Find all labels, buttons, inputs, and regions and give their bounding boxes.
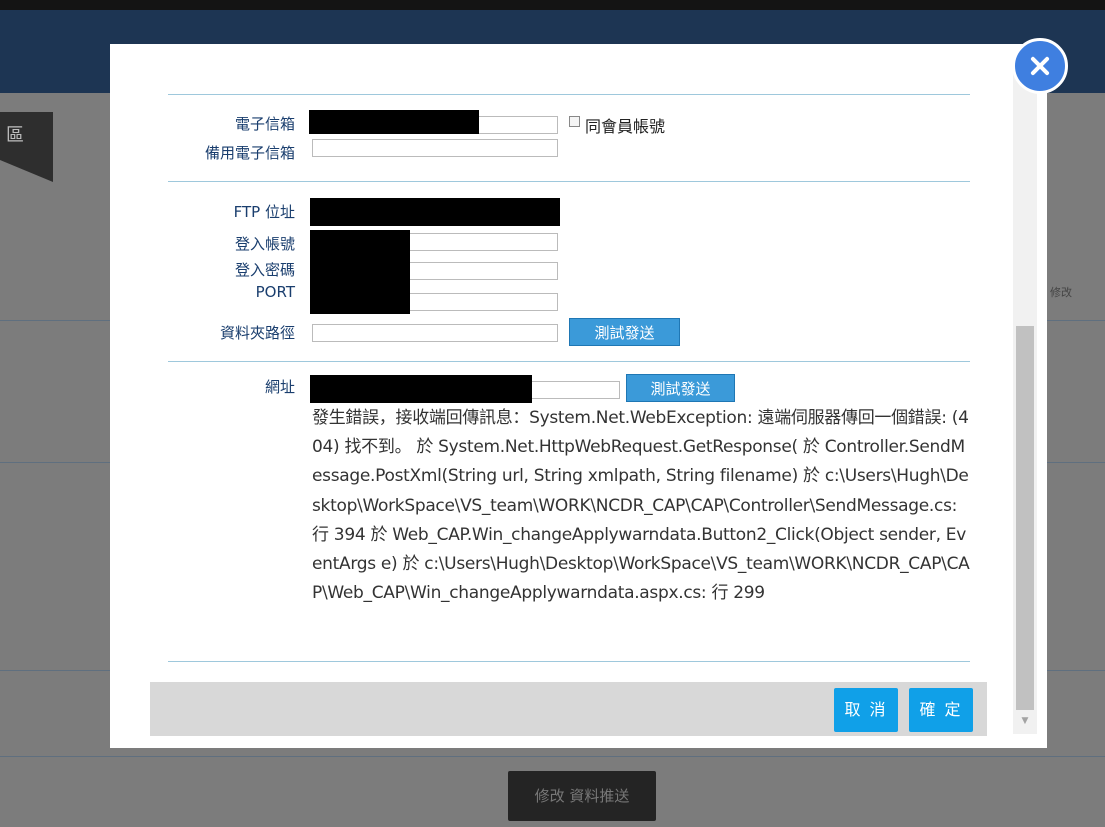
background-side-text: 修改 [1050, 286, 1072, 299]
login-password-label: 登入密碼 [234, 261, 295, 279]
same-as-member-checkbox[interactable] [569, 116, 580, 127]
close-icon[interactable] [1012, 38, 1068, 94]
background-side-tag: 區 [0, 112, 53, 160]
folder-path-label: 資料夾路徑 [219, 324, 295, 342]
url-label: 網址 [264, 378, 295, 396]
background-top-bar [0, 0, 1105, 10]
redacted-url [310, 375, 532, 403]
section-separator [168, 94, 970, 95]
folder-path-input[interactable] [312, 324, 558, 342]
error-message: 發生錯誤，接收端回傳訊息：System.Net.WebException: 遠端… [312, 408, 970, 604]
login-account-label: 登入帳號 [234, 235, 295, 253]
confirm-button[interactable]: 確 定 [909, 688, 973, 732]
redacted-email [309, 110, 479, 134]
background-side-tag-tail [0, 160, 53, 182]
section-separator [168, 181, 970, 182]
backup-email-input[interactable] [312, 139, 558, 157]
same-as-member-label: 同會員帳號 [585, 117, 666, 136]
section-separator [168, 361, 970, 362]
redacted-ftp-address [310, 198, 560, 226]
ftp-address-label: FTP 位址 [233, 203, 295, 221]
backup-email-label: 備用電子信箱 [204, 144, 295, 162]
url-test-send-button[interactable]: 測試發送 [626, 374, 735, 402]
cancel-button[interactable]: 取 消 [834, 688, 898, 732]
email-label: 電子信箱 [234, 115, 295, 133]
port-label: PORT [255, 283, 295, 301]
ftp-test-send-button[interactable]: 測試發送 [569, 318, 680, 346]
scroll-down-arrow-icon[interactable]: ▼ [1013, 712, 1037, 730]
background-divider [0, 756, 1105, 757]
background-push-data-button: 修改 資料推送 [508, 771, 656, 821]
scrollbar-thumb[interactable] [1016, 326, 1034, 710]
section-separator [168, 661, 970, 662]
redacted-ftp-credentials [310, 230, 410, 314]
